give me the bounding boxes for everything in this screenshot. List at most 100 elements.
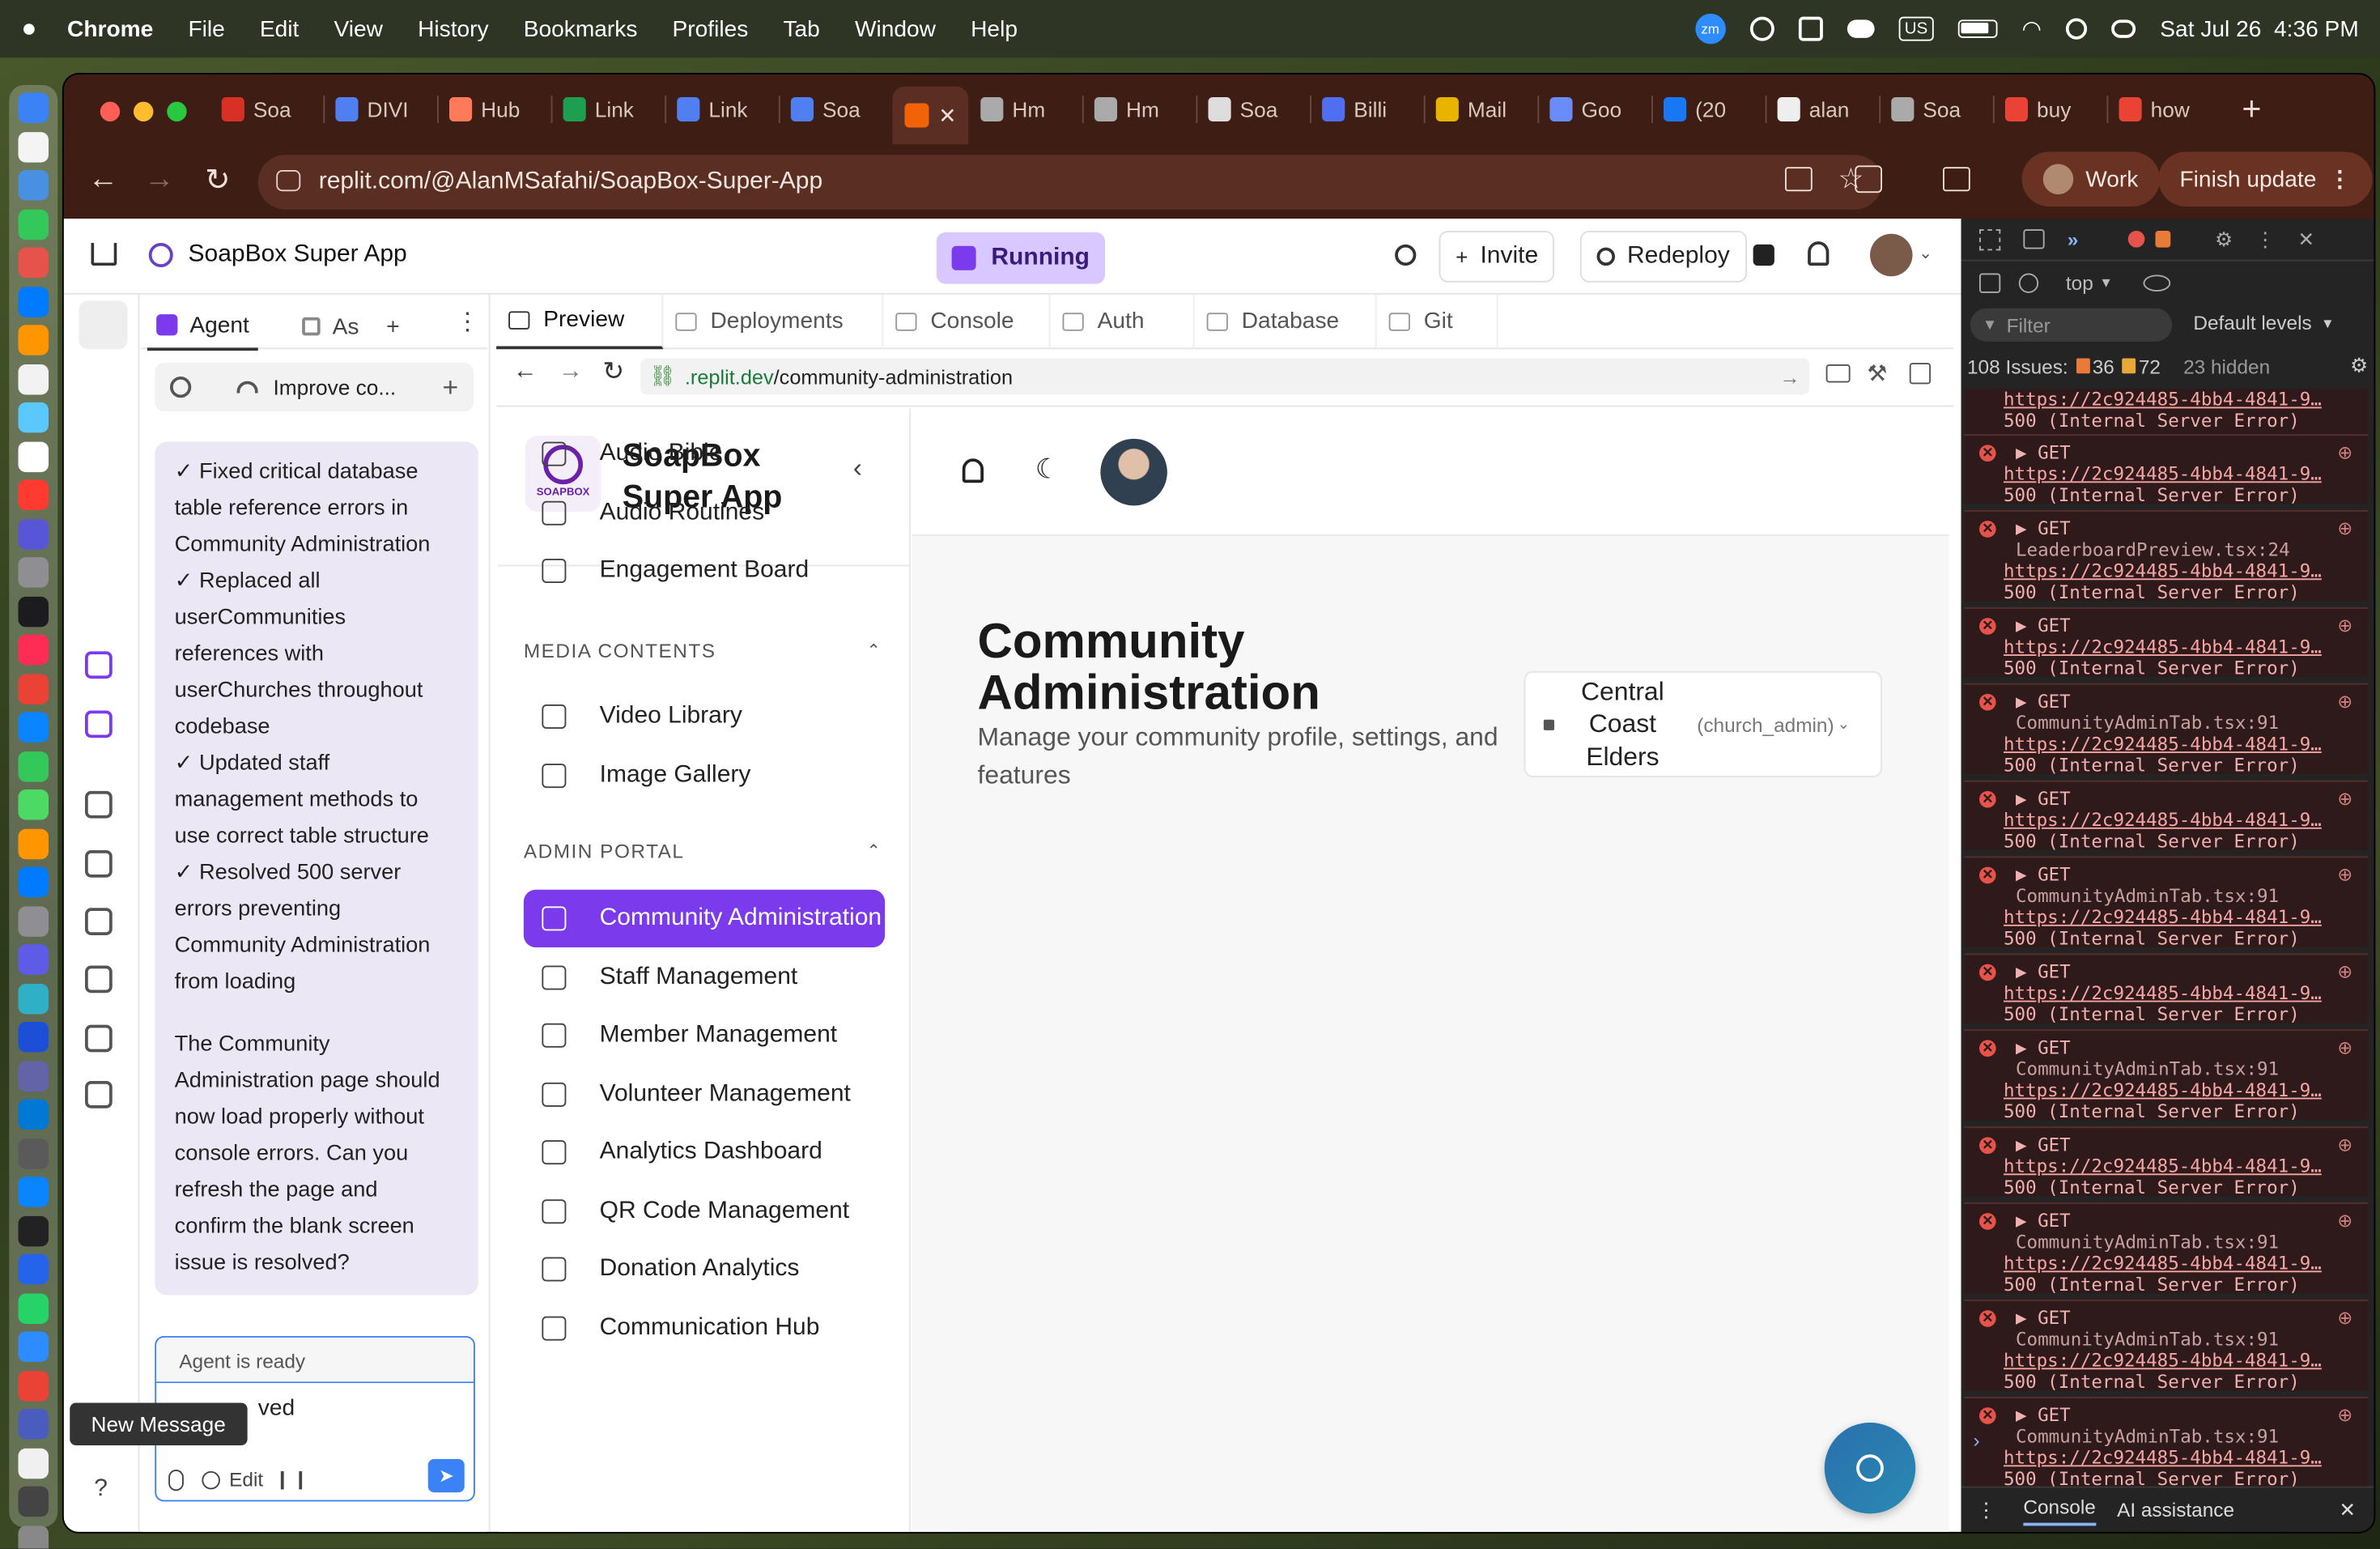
all-tools-icon[interactable]: [85, 1081, 113, 1109]
error-url-link[interactable]: https://2c924485-4bb4-4841-9…: [2004, 1155, 2368, 1177]
dock-app-icon[interactable]: [18, 905, 49, 936]
dock-app-icon[interactable]: [18, 1447, 49, 1479]
console-error-row[interactable]: ✕ ▶ GET CommunityAdminTab.tsx:91 https://2c…: [1964, 1397, 2368, 1489]
dock-app-icon[interactable]: [18, 1099, 49, 1130]
edit-mode-icon[interactable]: [202, 1470, 220, 1489]
error-url-link[interactable]: https://2c924485-4bb4-4841-9…: [2004, 463, 2368, 484]
console-error-row[interactable]: ✕ ▶ GET CommunityAdminTab.tsx:91 https://2c…: [1964, 683, 2368, 776]
close-drawer-icon[interactable]: ✕: [2340, 1498, 2356, 1522]
nav-item-volunteer-management[interactable]: Volunteer Management: [542, 1065, 906, 1122]
warning-count-icon[interactable]: [2155, 231, 2171, 248]
network-globe-icon[interactable]: ⊕: [2337, 615, 2352, 636]
send-button[interactable]: ➤: [427, 1458, 465, 1493]
drawer-tab-ai-assistance[interactable]: AI assistance: [2117, 1499, 2234, 1521]
nav-item-audio-bible[interactable]: Audio Bible: [542, 425, 906, 483]
preview-back-icon[interactable]: ←: [513, 359, 538, 386]
dock-app-icon[interactable]: [18, 751, 49, 781]
menu-profiles[interactable]: Profiles: [673, 16, 749, 42]
extensions-icon[interactable]: [1855, 165, 1882, 194]
menu-app-name[interactable]: Chrome: [67, 16, 153, 42]
address-bar[interactable]: replit.com/@AlanMSafahi/SoapBox-Super-Ap…: [257, 155, 1882, 210]
nav-item-community-administration[interactable]: Community Administration: [523, 889, 886, 947]
reload-icon[interactable]: ↻: [205, 161, 230, 199]
devtools-menu-icon[interactable]: ⋮: [2255, 227, 2275, 251]
dock-app-icon[interactable]: [18, 518, 49, 549]
dark-mode-moon-icon[interactable]: ☾: [1035, 454, 1060, 486]
wifi-icon[interactable]: ◠: [2022, 15, 2042, 43]
browser-tab[interactable]: Hm: [968, 87, 1082, 132]
new-thread-icon[interactable]: +: [443, 371, 459, 402]
dock-app-icon[interactable]: [18, 1138, 49, 1168]
live-expression-eye-icon[interactable]: [2143, 274, 2171, 292]
browser-tab[interactable]: Link: [665, 87, 779, 132]
history-icon[interactable]: [170, 377, 192, 398]
close-tab-icon[interactable]: ✕: [938, 103, 956, 129]
notifications-icon[interactable]: [1808, 241, 1830, 266]
inspect-element-icon[interactable]: [1979, 228, 2001, 250]
dock-app-icon[interactable]: [18, 1060, 49, 1092]
menu-file[interactable]: File: [188, 16, 224, 42]
nav-item-qr-code-management[interactable]: QR Code Management: [542, 1182, 906, 1240]
network-globe-icon[interactable]: ⊕: [2337, 1210, 2352, 1231]
section-media-contents[interactable]: MEDIA CONTENTS ⌃: [524, 639, 882, 662]
dock-app-icon[interactable]: [18, 170, 49, 201]
network-globe-icon[interactable]: ⊕: [2337, 961, 2352, 982]
edit-label[interactable]: Edit: [229, 1468, 263, 1491]
dock-app-icon[interactable]: [18, 1215, 49, 1246]
panel-toggle-icon[interactable]: [1753, 244, 1774, 266]
community-selector[interactable]: Central Coast Elders (church_admin) ⌄: [1524, 670, 1882, 777]
dock-app-icon[interactable]: [18, 131, 49, 162]
menu-bookmarks[interactable]: Bookmarks: [524, 16, 638, 42]
browser-tab[interactable]: how: [2107, 87, 2221, 132]
close-devtools-icon[interactable]: ✕: [2298, 227, 2314, 251]
outlook-status-icon[interactable]: [1798, 16, 1823, 41]
tab-deployments[interactable]: Deployments: [663, 293, 884, 349]
address-url[interactable]: replit.com/@AlanMSafahi/SoapBox-Super-Ap…: [319, 168, 822, 196]
chevron-down-icon[interactable]: ⌄: [1919, 243, 1932, 263]
dock-app-icon[interactable]: [18, 673, 49, 704]
nav-item-analytics-dashboard[interactable]: Analytics Dashboard: [542, 1124, 906, 1181]
section-admin-portal[interactable]: ADMIN PORTAL ⌃: [524, 840, 882, 862]
dock-app-icon[interactable]: [18, 1292, 49, 1324]
workspace-tools-icon[interactable]: [79, 300, 128, 350]
devices-icon[interactable]: [1825, 364, 1851, 383]
browser-tab[interactable]: Soa: [779, 87, 893, 132]
dock-app-icon[interactable]: [18, 557, 49, 588]
tab-assistant[interactable]: As +: [302, 302, 400, 351]
input-source-badge[interactable]: US: [1898, 16, 1934, 41]
console-error-row[interactable]: ✕ ▶ GET LeaderboardPreview.tsx:24 https://2…: [1964, 510, 2368, 602]
tab-auth[interactable]: Auth: [1051, 293, 1195, 349]
chat-support-button[interactable]: [1824, 1422, 1916, 1514]
minimize-window-button[interactable]: [134, 101, 154, 121]
dock-app-icon[interactable]: [18, 1525, 49, 1549]
console-error-row[interactable]: ✕ ▶ GET https://2c924485-4bb4-4841-9… 500 (…: [1964, 1126, 2368, 1198]
dock-app-icon[interactable]: [18, 1486, 49, 1517]
dock-app-icon[interactable]: [18, 402, 49, 433]
sidebar-toggle-icon[interactable]: [1979, 272, 2001, 292]
bell-icon[interactable]: [962, 458, 984, 483]
preview-url-bar[interactable]: ⛓ .replit.dev /community-administration …: [640, 358, 1809, 395]
clear-console-icon[interactable]: [2018, 272, 2039, 292]
thread-title[interactable]: Improve co...: [274, 375, 397, 399]
issues-settings-icon[interactable]: ⚙: [2350, 354, 2368, 378]
error-url-link[interactable]: https://2c924485-4bb4-4841-9…: [2004, 636, 2368, 657]
browser-tab[interactable]: Mail: [1424, 87, 1538, 132]
network-globe-icon[interactable]: ⊕: [2337, 517, 2352, 538]
error-count-icon[interactable]: [2128, 231, 2145, 248]
dock-app-icon[interactable]: [18, 1177, 49, 1207]
nav-item-donation-analytics[interactable]: Donation Analytics: [542, 1240, 906, 1298]
preview-forward-icon[interactable]: →: [559, 359, 583, 386]
console-error-row[interactable]: ✕ ▶ GET CommunityAdminTab.tsx:91 https://2c…: [1964, 1300, 2368, 1392]
menu-edit[interactable]: Edit: [260, 16, 299, 42]
console-error-row[interactable]: ✕ ▶ GET CommunityAdminTab.tsx:91 https://2c…: [1964, 1202, 2368, 1295]
console-error-row[interactable]: ✕ ▶ GET https://2c924485-4bb4-4841-9… 500 (…: [1964, 434, 2368, 505]
browser-tab[interactable]: Hub: [437, 87, 551, 132]
menu-help[interactable]: Help: [971, 16, 1018, 42]
browser-tab[interactable]: Soa: [1879, 87, 1993, 132]
menu-window[interactable]: Window: [855, 16, 936, 42]
network-globe-icon[interactable]: ⊕: [2337, 1134, 2352, 1155]
nav-item-video-library[interactable]: Video Library: [542, 687, 906, 745]
forward-icon[interactable]: →: [144, 163, 175, 198]
user-avatar[interactable]: [1870, 233, 1913, 277]
error-url-link[interactable]: https://2c924485-4bb4-4841-9…: [2004, 560, 2368, 581]
